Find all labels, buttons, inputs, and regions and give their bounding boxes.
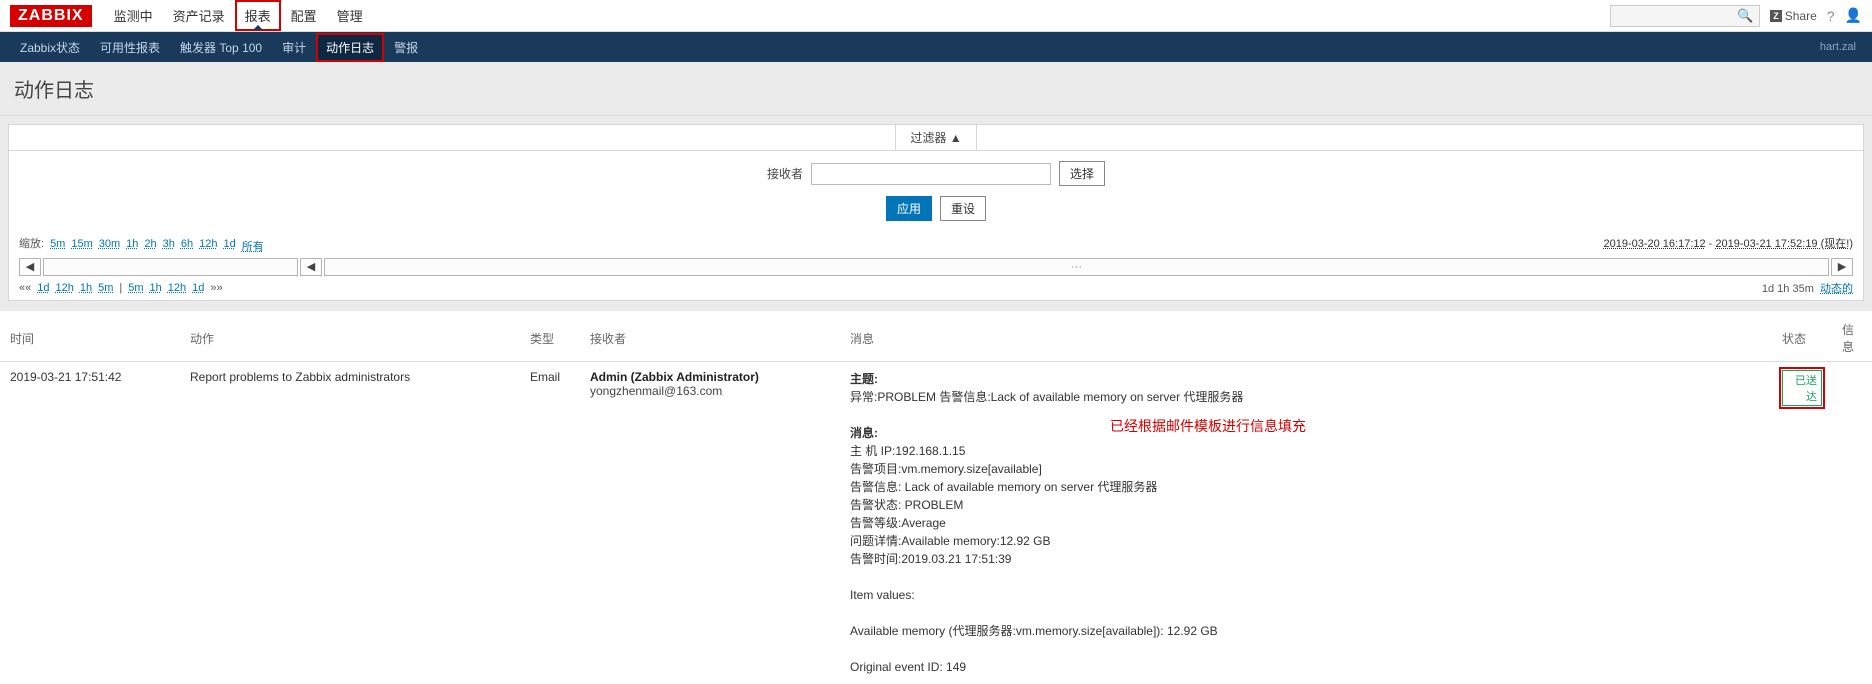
- recipient-mail: yongzhenmail@163.com: [590, 384, 830, 398]
- zoom-links: 5m 15m 30m 1h 2h 3h 6h 12h 1d 所有: [50, 238, 264, 254]
- zoom-15m[interactable]: 15m: [71, 238, 92, 254]
- timeline-prev[interactable]: ◀: [19, 258, 41, 276]
- sub-nav: Zabbix状态 可用性报表 触发器 Top 100 审计 动作日志 警报 ha…: [0, 32, 1872, 62]
- time-to[interactable]: 2019-03-21 17:52:19 (现在!): [1715, 238, 1853, 250]
- timeline-prev2[interactable]: ◀: [300, 258, 322, 276]
- shift-dynamic[interactable]: 动态的: [1820, 283, 1853, 295]
- top-nav: ZABBIX 监测中 资产记录 报表 配置 管理 🔍 ZShare ? 👤: [0, 0, 1872, 32]
- filter-fields: 接收者 选择 应用 重设: [9, 151, 1863, 229]
- th-recipient[interactable]: 接收者: [580, 315, 840, 362]
- recipient-input[interactable]: [811, 163, 1051, 185]
- message-body: 主题: 异常:PROBLEM 告警信息:Lack of available me…: [850, 370, 1762, 676]
- zoom-6h[interactable]: 6h: [181, 238, 193, 254]
- shift-l-12h[interactable]: 12h: [56, 282, 74, 294]
- zoom-2h[interactable]: 2h: [144, 238, 156, 254]
- logo[interactable]: ZABBIX: [10, 5, 92, 27]
- timeline: ◀ ◀ ··· ▶: [9, 258, 1863, 276]
- th-type[interactable]: 类型: [520, 315, 580, 362]
- cell-time: 2019-03-21 17:51:42: [0, 362, 180, 684]
- cell-status: 已送达: [1772, 362, 1832, 684]
- cell-info: [1832, 362, 1872, 684]
- th-action[interactable]: 动作: [180, 315, 520, 362]
- recipient-label: 接收者: [767, 165, 803, 182]
- topmenu-inventory[interactable]: 资产记录: [163, 0, 235, 31]
- timeline-next[interactable]: ▶: [1831, 258, 1853, 276]
- th-time[interactable]: 时间: [0, 315, 180, 362]
- subnav-triggers-top[interactable]: 触发器 Top 100: [170, 33, 272, 62]
- table-header-row: 时间 动作 类型 接收者 消息 状态 信息: [0, 315, 1872, 362]
- th-message[interactable]: 消息: [840, 315, 1772, 362]
- shift-r-12h[interactable]: 12h: [168, 282, 186, 294]
- top-menu: 监测中 资产记录 报表 配置 管理: [104, 0, 373, 31]
- shift-r-1d[interactable]: 1d: [192, 282, 204, 294]
- action-log-table: 时间 动作 类型 接收者 消息 状态 信息 2019-03-21 17:51:4…: [0, 315, 1872, 684]
- shift-summary: 1d 1h 35m 动态的: [1762, 280, 1853, 296]
- filter-toggle[interactable]: 过滤器 ▲: [895, 124, 976, 151]
- shift-row: «« 1d 12h 1h 5m | 5m 1h 12h 1d »» 1d 1h …: [9, 276, 1863, 300]
- share-link[interactable]: ZShare: [1770, 9, 1817, 23]
- cell-message: 主题: 异常:PROBLEM 告警信息:Lack of available me…: [840, 362, 1772, 684]
- table-row: 2019-03-21 17:51:42 Report problems to Z…: [0, 362, 1872, 684]
- time-from[interactable]: 2019-03-20 16:17:12: [1603, 238, 1705, 250]
- search-icon: 🔍: [1737, 8, 1753, 24]
- zoom-all[interactable]: 所有: [242, 238, 264, 254]
- shift-right-dbl[interactable]: »»: [210, 282, 222, 294]
- time-range: 2019-03-20 16:17:12 - 2019-03-21 17:52:1…: [1603, 235, 1853, 251]
- shift-r-1h[interactable]: 1h: [150, 282, 162, 294]
- subnav-status[interactable]: Zabbix状态: [10, 33, 90, 62]
- topmenu-configuration[interactable]: 配置: [281, 0, 327, 31]
- page-title: 动作日志: [0, 62, 1872, 116]
- zoom-5m[interactable]: 5m: [50, 238, 65, 254]
- topmenu-reports[interactable]: 报表: [235, 0, 281, 31]
- shift-sep: |: [119, 282, 122, 294]
- filter-area: 过滤器 ▲ 接收者 选择 应用 重设 缩放: 5m 15m 30m 1h 2h …: [0, 116, 1872, 311]
- zoom-12h[interactable]: 12h: [199, 238, 217, 254]
- top-right: 🔍 ZShare ? 👤: [1610, 5, 1862, 27]
- zoom-row: 缩放: 5m 15m 30m 1h 2h 3h 6h 12h 1d 所有 201…: [9, 229, 1863, 258]
- timeline-overview[interactable]: [43, 258, 298, 276]
- subnav-action-log[interactable]: 动作日志: [316, 33, 384, 62]
- shift-left: «« 1d 12h 1h 5m | 5m 1h 12h 1d »»: [19, 280, 223, 296]
- shift-l-1h[interactable]: 1h: [80, 282, 92, 294]
- timeline-main[interactable]: ···: [324, 258, 1829, 276]
- shift-r-5m[interactable]: 5m: [128, 282, 143, 294]
- topmenu-administration[interactable]: 管理: [327, 0, 373, 31]
- th-status[interactable]: 状态: [1772, 315, 1832, 362]
- recipient-name: Admin (Zabbix Administrator): [590, 370, 830, 384]
- apply-button[interactable]: 应用: [886, 196, 932, 221]
- subnav-availability[interactable]: 可用性报表: [90, 33, 170, 62]
- subnav-audit[interactable]: 审计: [272, 33, 316, 62]
- zoom-label: 缩放:: [19, 235, 44, 251]
- help-icon[interactable]: ?: [1827, 8, 1835, 24]
- zoom-1d[interactable]: 1d: [224, 238, 236, 254]
- cell-recipient: Admin (Zabbix Administrator) yongzhenmai…: [580, 362, 840, 684]
- zoom-1h[interactable]: 1h: [126, 238, 138, 254]
- cell-type: Email: [520, 362, 580, 684]
- shift-l-5m[interactable]: 5m: [98, 282, 113, 294]
- user-icon[interactable]: 👤: [1845, 7, 1862, 24]
- search-input[interactable]: 🔍: [1610, 5, 1760, 27]
- subnav-alerts[interactable]: 警报: [384, 33, 428, 62]
- share-z-icon: Z: [1770, 10, 1782, 22]
- filter-box: 过滤器 ▲ 接收者 选择 应用 重设 缩放: 5m 15m 30m 1h 2h …: [8, 124, 1864, 301]
- filter-tab-row: 过滤器 ▲: [9, 125, 1863, 151]
- th-info[interactable]: 信息: [1832, 315, 1872, 362]
- select-button[interactable]: 选择: [1059, 161, 1105, 186]
- annotation-text: 已经根据邮件模板进行信息填充: [1110, 416, 1306, 436]
- zoom-3h[interactable]: 3h: [163, 238, 175, 254]
- topmenu-monitoring[interactable]: 监测中: [104, 0, 163, 31]
- zoom-30m[interactable]: 30m: [99, 238, 120, 254]
- shift-l-1d[interactable]: 1d: [37, 282, 49, 294]
- subnav-user-label: hart.zal: [1820, 41, 1862, 53]
- status-badge: 已送达: [1782, 370, 1822, 406]
- cell-action: Report problems to Zabbix administrators: [180, 362, 520, 684]
- reset-button[interactable]: 重设: [940, 196, 986, 221]
- shift-left-dbl[interactable]: ««: [19, 282, 31, 294]
